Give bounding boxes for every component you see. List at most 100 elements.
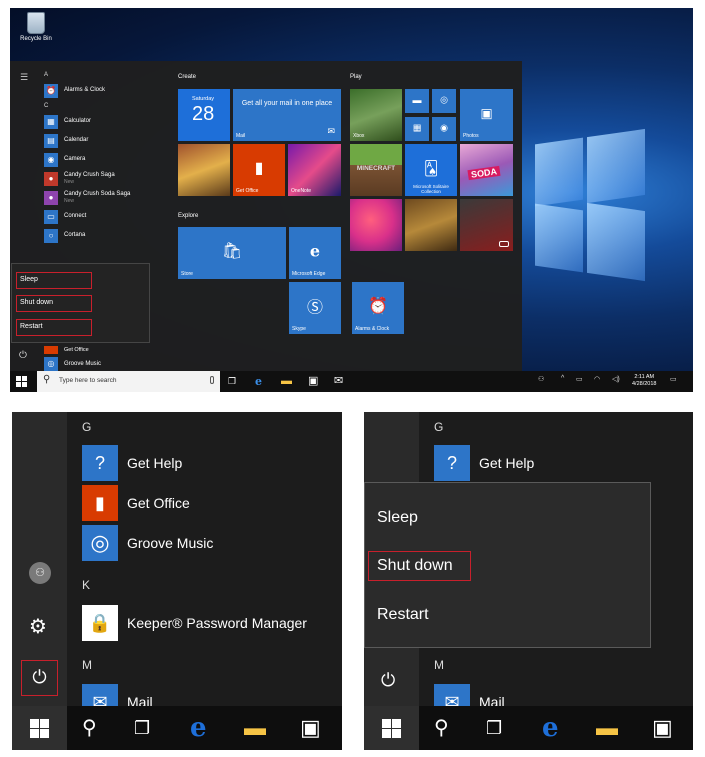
file-explorer-icon[interactable]: ▬: [244, 714, 266, 742]
taskbar: ⚲ ❐ e ▬ ▣: [364, 706, 693, 750]
candy-crush-tile[interactable]: [350, 199, 402, 251]
photos-tile[interactable]: ▣ Photos: [460, 89, 513, 141]
minecraft-tile[interactable]: MINECRAFT: [350, 144, 402, 196]
chevron-up-icon[interactable]: ^: [561, 375, 564, 382]
calendar-date: 28: [192, 103, 215, 125]
user-avatar-icon[interactable]: ⚇: [29, 562, 51, 584]
edge-icon[interactable]: e: [190, 714, 207, 742]
start-list-item-label: Calculator: [64, 118, 92, 124]
store-icon[interactable]: ▣: [652, 714, 673, 742]
solitaire-tile[interactable]: 🂡 Microsoft Solitaire Collection: [405, 144, 457, 196]
get-office-partial-label: Get Office: [64, 347, 89, 353]
volume-icon[interactable]: ◁): [612, 375, 620, 383]
store-icon[interactable]: ▣: [308, 374, 318, 389]
edge-icon[interactable]: e: [255, 374, 262, 389]
battery-icon[interactable]: ▭: [576, 375, 583, 383]
movies-tile[interactable]: ▬: [405, 89, 429, 113]
sleep-option[interactable]: Sleep: [377, 509, 418, 527]
app-keeper[interactable]: 🔒 Keeper® Password Manager: [82, 605, 307, 641]
wifi-icon[interactable]: ◠: [594, 375, 600, 383]
groove-icon: ◎: [44, 357, 58, 371]
start-list-item[interactable]: ▤ Calendar: [44, 131, 164, 150]
sleep-option[interactable]: Sleep: [16, 272, 92, 289]
start-list-item-text: Cortana: [64, 232, 85, 239]
taskbar: ⚲ Type here to search ❐ e ▬ ▣ ✉ ⚇ ^ ▭ ◠ …: [10, 371, 693, 392]
task-view-icon[interactable]: ❐: [228, 374, 236, 389]
app-list: A ⏰ Alarms & Clock C ▦ Calculator ▤ Calendar ◉ Ca…: [44, 69, 164, 245]
task-view-icon[interactable]: ❐: [134, 714, 150, 742]
start-button[interactable]: [364, 706, 419, 750]
game-tile-asphalt[interactable]: [460, 199, 513, 251]
search-icon[interactable]: ⚲: [434, 714, 449, 742]
app-get-help[interactable]: ? Get Help: [82, 445, 182, 481]
calendar-day: Saturday: [192, 96, 215, 102]
start-list-item[interactable]: ● Candy Crush Saga New: [44, 169, 164, 188]
power-menu-zoom: G ? Get Help Sleep Shut down Restart ⏻ M…: [364, 412, 693, 750]
edge-icon[interactable]: e: [542, 714, 559, 742]
camera-small-tile[interactable]: ◉: [432, 117, 456, 141]
taskbar-search-box[interactable]: ⚲ Type here to search: [37, 371, 220, 392]
action-center-icon[interactable]: ▭: [670, 375, 677, 383]
start-list-item[interactable]: ⏰ Alarms & Clock: [44, 81, 164, 100]
alarms-tile[interactable]: ⏰ Alarms & Clock: [352, 282, 404, 334]
photos-icon: ▣: [480, 105, 493, 121]
edge-tile[interactable]: e Microsoft Edge: [289, 227, 341, 279]
shut-down-option[interactable]: Shut down: [16, 295, 92, 312]
hamburger-icon[interactable]: ☰: [20, 73, 29, 82]
mail-tile[interactable]: Get all your mail in one place Mail ✉: [233, 89, 341, 141]
store-icon[interactable]: ▣: [300, 714, 321, 742]
alarms-tile-label: Alarms & Clock: [355, 326, 390, 332]
skype-tile[interactable]: Ⓢ Skype: [289, 282, 341, 334]
power-button[interactable]: ⏻: [21, 660, 58, 696]
power-menu-popup: Sleep Shut down Restart: [11, 263, 150, 343]
groove-music-item[interactable]: Get Office ◎ Groove Music: [44, 345, 101, 371]
store-tile[interactable]: 🛍 Store: [178, 227, 286, 279]
skype-icon: Ⓢ: [306, 299, 323, 317]
recycle-bin-label: Recycle Bin: [20, 36, 52, 42]
power-icon[interactable]: ⏻: [381, 670, 395, 691]
onenote-tile-label: OneNote: [291, 188, 312, 194]
start-list-item[interactable]: ▦ Calculator: [44, 112, 164, 131]
onenote-tile[interactable]: OneNote: [288, 144, 341, 196]
search-icon[interactable]: ⚲: [82, 714, 97, 742]
file-explorer-icon[interactable]: ▬: [281, 374, 292, 389]
clock-date: 4/28/2018: [632, 381, 657, 387]
power-icon[interactable]: ⏻: [19, 350, 27, 361]
photos-tile-label: Photos: [463, 133, 479, 139]
film-icon: ▬: [412, 95, 422, 105]
task-view-icon[interactable]: ❐: [486, 714, 502, 742]
start-list-item[interactable]: ◉ Camera: [44, 150, 164, 169]
file-explorer-icon[interactable]: ▬: [596, 714, 618, 742]
minecraft-tile-label: MINECRAFT: [356, 165, 396, 172]
calendar-tile[interactable]: Saturday 28: [178, 89, 230, 141]
app-get-office[interactable]: ▮ Get Office: [82, 485, 190, 521]
start-list-item-text: Candy Crush Soda Saga New: [64, 191, 130, 205]
get-office-tile[interactable]: ▮ Get Office: [233, 144, 285, 196]
start-list-item[interactable]: ○ Cortana: [44, 226, 164, 245]
start-list-item-label: Candy Crush Saga: [64, 171, 115, 178]
start-list-item[interactable]: ● Candy Crush Soda Saga New: [44, 188, 164, 207]
gear-icon[interactable]: ⚙: [29, 614, 47, 639]
mail-icon[interactable]: ✉: [334, 374, 343, 389]
calculator-small-tile[interactable]: ▦: [405, 117, 429, 141]
restart-option[interactable]: Restart: [377, 606, 429, 624]
app-groove-music[interactable]: ◎ Groove Music: [82, 525, 213, 561]
recycle-bin[interactable]: Recycle Bin: [16, 12, 56, 42]
store-bag-icon: 🛍: [221, 243, 243, 260]
people-icon[interactable]: ⚇: [538, 375, 544, 383]
game-tile-march-of-empires[interactable]: [405, 199, 457, 251]
xbox-tile[interactable]: Xbox: [350, 89, 402, 141]
shut-down-option[interactable]: Shut down: [377, 557, 453, 575]
candy-soda-tile[interactable]: SODA: [460, 144, 513, 196]
start-button[interactable]: [16, 376, 27, 387]
groove-small-tile[interactable]: ◎: [432, 89, 456, 113]
start-list-item[interactable]: ▭ Connect: [44, 207, 164, 226]
restart-option[interactable]: Restart: [16, 319, 92, 336]
app-get-help[interactable]: ? Get Help: [434, 445, 534, 481]
taskbar-clock[interactable]: 2:11 AM 4/28/2018: [632, 374, 656, 388]
get-office-tile-label: Get Office: [236, 188, 259, 194]
start-button[interactable]: [12, 706, 67, 750]
game-tile-royal-revolt[interactable]: [178, 144, 230, 196]
groove-music-label: Groove Music: [64, 361, 102, 367]
microphone-icon[interactable]: [210, 376, 214, 384]
